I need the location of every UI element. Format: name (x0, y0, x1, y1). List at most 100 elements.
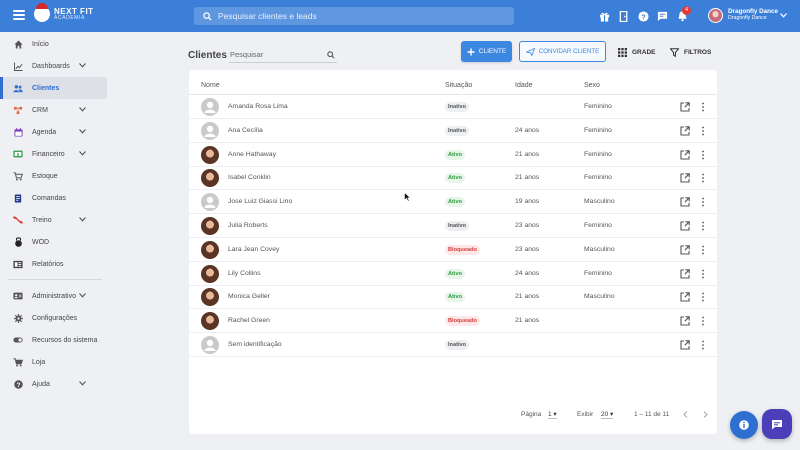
hamburger-menu-icon[interactable] (13, 10, 25, 20)
table-row[interactable]: Monica Geller Ativo 21 anos Masculino (189, 285, 717, 310)
chat-icon[interactable] (655, 9, 669, 23)
more-vertical-icon[interactable] (701, 197, 705, 207)
sidebar-item-treino[interactable]: Treino (0, 209, 107, 231)
client-search-input[interactable] (230, 50, 320, 59)
client-name[interactable]: Lara Jean Covey (228, 246, 279, 253)
open-in-new-icon[interactable] (680, 292, 690, 302)
table-row[interactable]: Anne Hathaway Ativo 21 anos Feminino (189, 143, 717, 167)
filters-button[interactable]: FILTROS (670, 44, 711, 60)
sidebar-item-ajuda[interactable]: ? Ajuda (0, 373, 107, 395)
global-search-input[interactable] (218, 11, 498, 21)
more-vertical-icon[interactable] (701, 340, 705, 350)
client-search[interactable] (229, 47, 337, 63)
sidebar-item-wod[interactable]: WOD (0, 231, 107, 253)
sidebar-item-recursos[interactable]: Recursos do sistema (0, 329, 107, 351)
table-row[interactable]: Lily Collins Ativo 24 anos Feminino (189, 262, 717, 286)
info-fab-button[interactable] (730, 411, 758, 439)
help-icon[interactable]: ? (636, 9, 650, 23)
table-row[interactable]: Julia Roberts Inativo 23 anos Feminino (189, 214, 717, 238)
more-vertical-icon[interactable] (701, 316, 705, 326)
add-client-button[interactable]: CLIENTE (461, 41, 512, 62)
sidebar-item-configuracoes[interactable]: Configurações (0, 307, 107, 329)
client-name[interactable]: Jose Luiz Giassi Lino (228, 198, 292, 205)
chevron-down-icon (79, 381, 86, 386)
table-row[interactable]: Ana Cecília Inativo 24 anos Feminino (189, 119, 717, 143)
more-vertical-icon[interactable] (701, 173, 705, 183)
open-in-new-icon[interactable] (680, 126, 690, 136)
open-in-new-icon[interactable] (680, 316, 690, 326)
client-name[interactable]: Isabel Conklin (228, 174, 271, 181)
chevron-down-icon (79, 217, 86, 222)
page-select[interactable]: 1 ▾ (548, 410, 557, 419)
column-header-nome[interactable]: Nome (201, 82, 220, 89)
client-age: 24 anos (515, 269, 540, 277)
avatar (201, 217, 219, 235)
client-name[interactable]: Rachel Green (228, 317, 270, 324)
avatar (201, 240, 219, 259)
open-in-new-icon[interactable] (680, 221, 690, 231)
client-name[interactable]: Ana Cecília (228, 127, 263, 134)
more-vertical-icon[interactable] (701, 126, 705, 136)
receipt-icon (13, 193, 23, 203)
door-exit-icon[interactable] (617, 9, 631, 23)
table-row[interactable]: Rachel Green Bloqueado 21 anos (189, 309, 717, 334)
more-vertical-icon[interactable] (701, 221, 705, 231)
gear-icon (13, 313, 23, 323)
sidebar-item-administrativo[interactable]: Administrativo (0, 285, 107, 307)
client-name[interactable]: Amanda Rosa Lima (228, 103, 288, 110)
table-row[interactable]: Isabel Conklin Ativo 21 anos Feminino (189, 166, 717, 191)
chevron-right-icon[interactable] (703, 411, 708, 418)
client-name[interactable]: Lily Collins (228, 270, 260, 277)
open-in-new-icon[interactable] (680, 173, 690, 183)
open-in-new-icon[interactable] (680, 102, 690, 112)
search-icon[interactable] (327, 51, 335, 59)
more-vertical-icon[interactable] (701, 102, 705, 112)
chat-fab-button[interactable] (762, 409, 792, 439)
page-size-select[interactable]: 20 ▾ (601, 410, 614, 419)
client-name[interactable]: Anne Hathaway (228, 151, 276, 158)
sidebar-item-crm[interactable]: CRM (0, 99, 107, 121)
more-vertical-icon[interactable] (701, 150, 705, 160)
user-avatar[interactable] (708, 8, 723, 23)
grid-view-button[interactable]: GRADE (618, 44, 655, 60)
sidebar-item-relatorios[interactable]: Relatórios (0, 253, 107, 275)
sidebar-item-label: WOD (32, 238, 50, 246)
column-header-idade[interactable]: Idade (515, 82, 533, 89)
open-in-new-icon[interactable] (680, 268, 690, 279)
gift-icon[interactable] (597, 9, 611, 23)
table-row[interactable]: Lara Jean Covey Bloqueado 23 anos Masculino (189, 238, 717, 262)
open-in-new-icon[interactable] (680, 149, 690, 160)
sidebar-item-agenda[interactable]: Agenda (0, 121, 107, 143)
table-row[interactable]: Amanda Rosa Lima Inativo Feminino (189, 95, 717, 119)
user-info[interactable]: Dragonfly Dance Dragonfly Dance (728, 8, 778, 21)
more-vertical-icon[interactable] (701, 292, 705, 302)
sidebar-item-financeiro[interactable]: $ Financeiro (0, 143, 107, 165)
sidebar-item-clientes[interactable]: Clientes (0, 77, 107, 99)
sidebar-item-label: Início (32, 40, 49, 48)
table-row[interactable]: Sem identificação Inativo (189, 333, 717, 357)
client-name[interactable]: Julia Roberts (228, 222, 268, 229)
global-search[interactable] (194, 7, 514, 25)
table-row[interactable]: Jose Luiz Giassi Lino Ativo 19 anos Masculi… (189, 190, 717, 215)
sidebar-item-loja[interactable]: Loja (0, 351, 107, 373)
home-icon (13, 39, 23, 49)
column-header-situacao[interactable]: Situação (445, 82, 472, 89)
more-vertical-icon[interactable] (701, 269, 705, 279)
column-header-sexo[interactable]: Sexo (584, 82, 600, 89)
avatar (201, 169, 219, 188)
client-name[interactable]: Sem identificação (228, 341, 282, 348)
open-in-new-icon[interactable] (680, 197, 690, 207)
sidebar-item-dashboards[interactable]: Dashboards (0, 55, 107, 77)
chevron-down-icon[interactable] (780, 13, 787, 18)
open-in-new-icon[interactable] (680, 340, 690, 350)
grid-view-label: GRADE (632, 48, 656, 56)
more-vertical-icon[interactable] (701, 245, 705, 255)
sidebar-item-comandas[interactable]: Comandas (0, 187, 107, 209)
sidebar-item-estoque[interactable]: Estoque (0, 165, 107, 187)
sidebar-item-inicio[interactable]: Início (0, 33, 107, 55)
invite-client-button[interactable]: CONVIDAR CLIENTE (519, 41, 606, 62)
open-in-new-icon[interactable] (680, 245, 690, 255)
chevron-left-icon[interactable] (683, 411, 688, 418)
app-logo[interactable]: NEXT FIT ACADEMIA (34, 3, 94, 22)
client-name[interactable]: Monica Geller (228, 293, 270, 300)
